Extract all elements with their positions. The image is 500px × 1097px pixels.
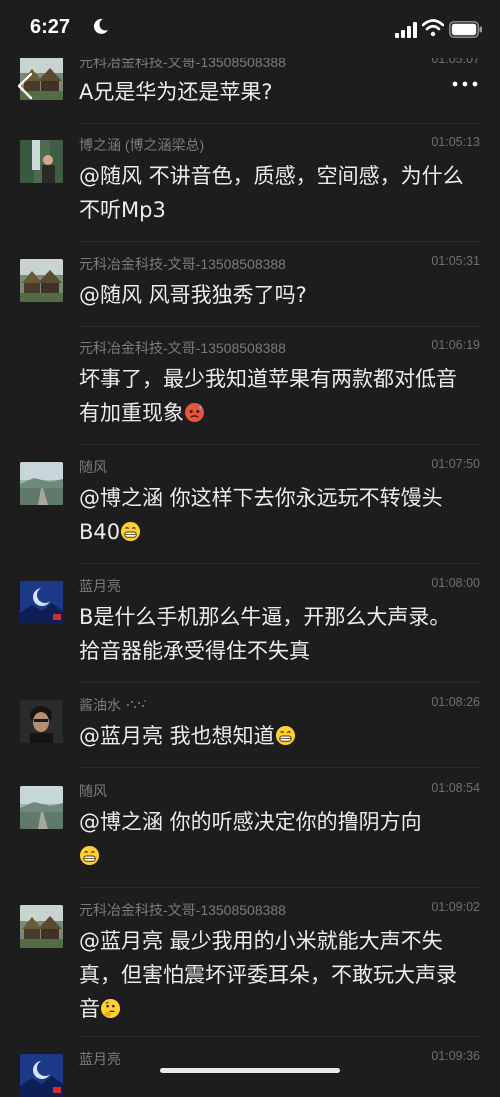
message-time: 01:06:19 bbox=[431, 338, 480, 352]
message-time: 01:07:50 bbox=[431, 457, 480, 471]
message-text[interactable]: 坏事了，最少我知道苹果有两款都对低音有加重现象 bbox=[79, 362, 475, 430]
thinking-emoji bbox=[100, 998, 121, 1019]
sender-name: 元科冶金科技-文哥-13508508388 bbox=[79, 902, 286, 918]
message-text[interactable]: @随风 不讲音色，质感，空间感，为什么不听Mp3 bbox=[79, 159, 475, 227]
avatar[interactable] bbox=[20, 1054, 63, 1097]
message-text[interactable]: B是什么手机那么牛逼，开那么大声录。 拾音器能承受得住不失真 bbox=[79, 600, 475, 668]
sender-name: 元科冶金科技-文哥-13508508388 bbox=[79, 340, 286, 356]
divider bbox=[79, 123, 480, 124]
message-time: 01:09:36 bbox=[431, 1049, 480, 1063]
sender-name: 博之涵 (博之涵梁总) bbox=[79, 137, 205, 153]
divider bbox=[79, 682, 480, 683]
message-text[interactable]: @博之涵 你这样下去你永远玩不转馒头B40 bbox=[79, 481, 475, 549]
divider bbox=[79, 241, 480, 242]
avatar[interactable] bbox=[20, 462, 63, 505]
divider bbox=[79, 563, 480, 564]
message-text-content: @蓝月亮 最少我用的小米就能大声不失真，但害怕震坏评委耳朵，不敢玩大声录音 bbox=[79, 929, 457, 1021]
avatar[interactable] bbox=[20, 140, 63, 183]
message-time: 01:05:13 bbox=[431, 135, 480, 149]
message-time: 01:08:00 bbox=[431, 576, 480, 590]
message-time: 01:05:31 bbox=[431, 254, 480, 268]
sender-name: 蓝月亮 bbox=[79, 1051, 121, 1067]
avatar[interactable] bbox=[20, 581, 63, 624]
back-button[interactable] bbox=[10, 66, 42, 106]
message-text[interactable]: @蓝月亮 我也想知道 bbox=[79, 719, 475, 753]
status-bar: 6:27 bbox=[0, 0, 500, 58]
grinning-emoji bbox=[79, 845, 100, 866]
grinning-emoji bbox=[121, 521, 141, 542]
home-indicator bbox=[160, 1068, 340, 1073]
message-text-content: @蓝月亮 我也想知道 bbox=[79, 724, 275, 748]
sparkle-icon bbox=[126, 700, 146, 708]
message-text[interactable]: @蓝月亮 最少我用的小米就能大声不失真，但害怕震坏评委耳朵，不敢玩大声录音 bbox=[79, 924, 475, 1026]
message-time: 01:09:02 bbox=[431, 900, 480, 914]
status-time: 6:27 bbox=[30, 16, 71, 38]
anxious-sweat-emoji bbox=[184, 402, 205, 423]
message-text[interactable]: @博之涵 你的听感决定你的撸阴方向 bbox=[79, 805, 475, 873]
chevron-left-icon bbox=[17, 72, 33, 100]
grinning-emoji bbox=[275, 725, 295, 746]
sender-name: 元科冶金科技-文哥-13508508388 bbox=[79, 256, 286, 272]
sender-name: 随风 bbox=[79, 459, 107, 475]
battery-icon bbox=[449, 21, 482, 38]
sender-name: 酱油水 bbox=[79, 695, 147, 715]
moon-icon bbox=[93, 18, 108, 34]
message-text[interactable]: @随风 风哥我独秀了吗? bbox=[79, 278, 475, 312]
avatar[interactable] bbox=[20, 786, 63, 829]
more-dots-icon bbox=[452, 81, 478, 87]
avatar[interactable] bbox=[20, 700, 63, 743]
sender-name: 蓝月亮 bbox=[79, 578, 121, 594]
divider bbox=[79, 444, 480, 445]
message-text-content: @博之涵 你的听感决定你的撸阴方向 bbox=[79, 810, 422, 834]
divider bbox=[79, 767, 480, 768]
message-time: 01:08:26 bbox=[431, 695, 480, 709]
message-time: 01:08:54 bbox=[431, 781, 480, 795]
sender-name: 随风 bbox=[79, 783, 107, 799]
avatar[interactable] bbox=[20, 905, 63, 948]
sender-name-text: 酱油水 bbox=[79, 697, 121, 713]
divider bbox=[79, 326, 480, 327]
wifi-icon bbox=[422, 19, 444, 37]
divider bbox=[79, 887, 480, 888]
signal-icon bbox=[395, 22, 417, 38]
message-text-content: 坏事了，最少我知道苹果有两款都对低音有加重现象 bbox=[79, 367, 457, 425]
message-text[interactable]: A兄是华为还是苹果? bbox=[79, 75, 475, 109]
avatar[interactable] bbox=[20, 259, 63, 302]
more-options-button[interactable] bbox=[448, 72, 482, 96]
divider bbox=[79, 1036, 480, 1037]
